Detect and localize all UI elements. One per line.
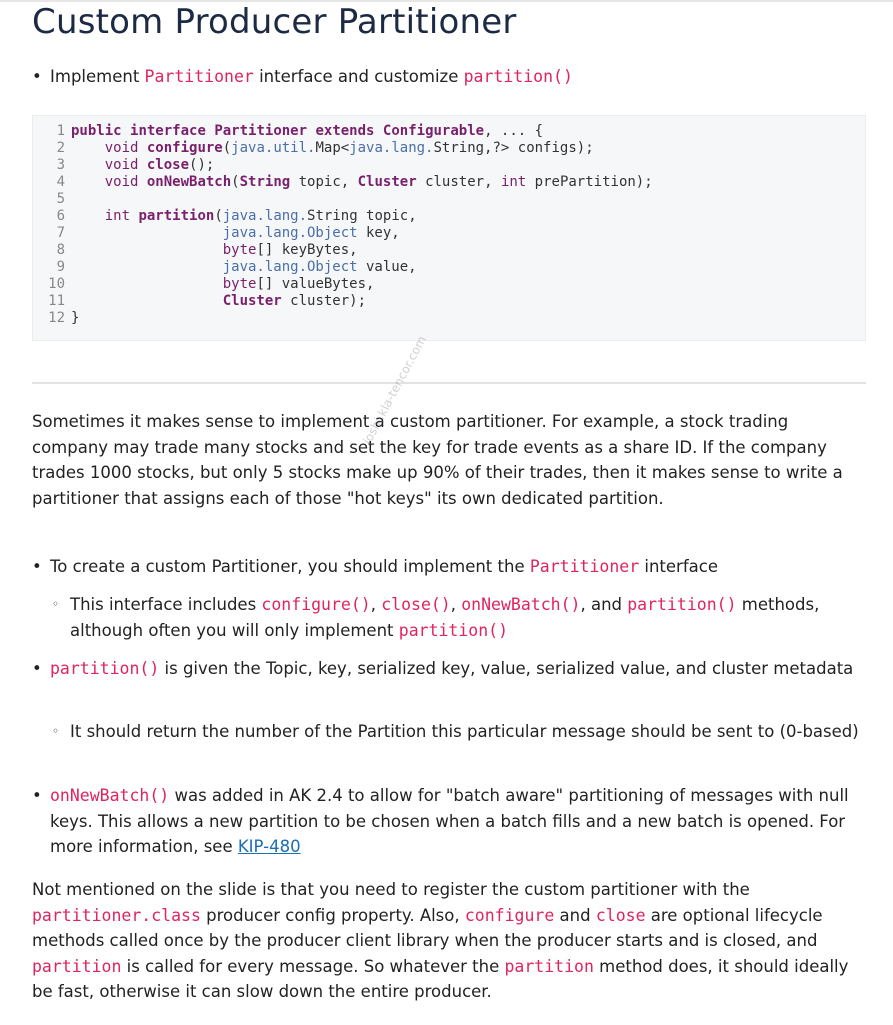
code-line: 6 int partition(java.lang.String topic, — [43, 208, 653, 225]
line-number: 5 — [56, 191, 65, 207]
line-number: 8 — [56, 242, 65, 258]
code-line: 1 public interface Partitioner extends Co… — [43, 123, 653, 140]
code-line: 4 void onNewBatch(String topic, Cluster … — [43, 174, 653, 191]
line-number: 10 — [48, 276, 65, 292]
line-number: 2 — [56, 140, 65, 156]
code-line: 2 void configure(java.util.Map<java.lang… — [43, 140, 653, 157]
intro-bullet: • Implement Partitioner interface and cus… — [32, 67, 573, 86]
section-divider — [32, 382, 866, 384]
bullet-circle-icon: ◦ — [52, 597, 60, 611]
code-line: 7 java.lang.Object key, — [43, 225, 653, 242]
list-item: ◦ It should return the number of the Par… — [52, 719, 866, 745]
kip-480-link[interactable]: KIP-480 — [238, 837, 301, 856]
paragraph-intro: Sometimes it makes sense to implement a … — [32, 412, 843, 508]
page-title: Custom Producer Partitioner — [32, 2, 517, 42]
code-block: 1 public interface Partitioner extends Co… — [32, 115, 866, 341]
line-number: 1 — [56, 123, 65, 139]
code-line: 12} — [43, 310, 653, 327]
list-item: ◦ This interface includes configure(), c… — [52, 592, 852, 643]
line-number: 6 — [56, 208, 65, 224]
line-number: 11 — [48, 293, 65, 309]
line-number: 12 — [48, 310, 65, 326]
bullet-dot-icon: • — [32, 67, 42, 86]
code-listing: 1 public interface Partitioner extends Co… — [43, 123, 653, 327]
code-line: 11 Cluster cluster); — [43, 293, 653, 310]
list-item: • partition() is given the Topic, key, s… — [32, 656, 866, 682]
line-number: 9 — [56, 259, 65, 275]
bullet-dot-icon: • — [32, 786, 42, 805]
list-item: • onNewBatch() was added in AK 2.4 to al… — [32, 783, 866, 860]
list-item: • To create a custom Partitioner, you sh… — [32, 554, 866, 580]
line-number: 7 — [56, 225, 65, 241]
code-line: 3 void close(); — [43, 157, 653, 174]
bullet-dot-icon: • — [32, 659, 42, 678]
bullet-circle-icon: ◦ — [52, 724, 60, 738]
code-line: 8 byte[] keyBytes, — [43, 242, 653, 259]
code-line: 9 java.lang.Object value, — [43, 259, 653, 276]
bullet-dot-icon: • — [32, 557, 42, 576]
paragraph-registration: Not mentioned on the slide is that you n… — [32, 880, 849, 1001]
code-line: 5 — [43, 191, 653, 208]
line-number: 4 — [56, 174, 65, 190]
line-number: 3 — [56, 157, 65, 173]
code-line: 10 byte[] valueBytes, — [43, 276, 653, 293]
